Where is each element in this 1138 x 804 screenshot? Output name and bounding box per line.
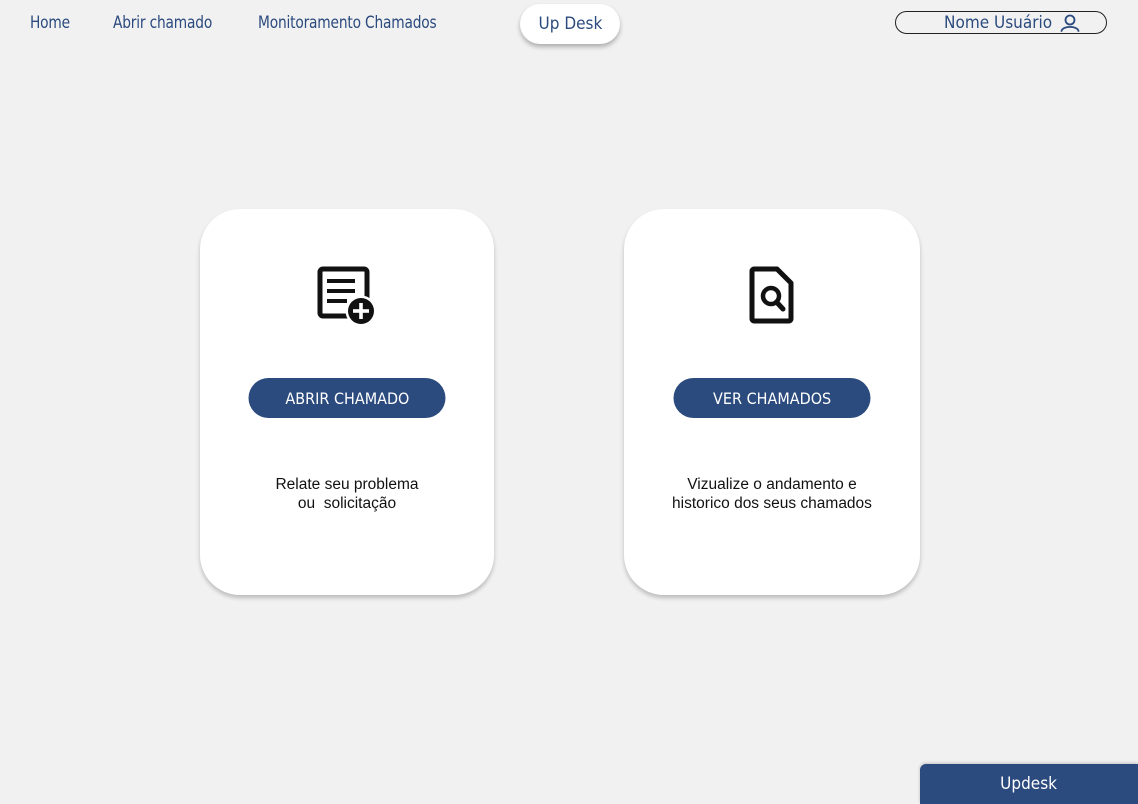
description-line: historico dos seus chamados — [672, 495, 872, 512]
description-line: ou solicitação — [297, 495, 397, 512]
nav-home-link[interactable]: Home — [30, 13, 70, 33]
nav-monitoramento-link[interactable]: Monitoramento Chamados — [258, 13, 437, 33]
ver-chamados-button[interactable]: VER CHAMADOS — [673, 378, 871, 418]
user-name: Nome Usuário — [943, 12, 1052, 33]
abrir-chamado-card: ABRIR CHAMADO Relate seu problema ou sol… — [200, 209, 494, 595]
footer-label: Updesk — [1000, 774, 1058, 794]
abrir-chamado-button-label: ABRIR CHAMADO — [284, 388, 410, 408]
description-line: Vizualize o andamento e — [687, 476, 857, 493]
ver-chamados-button-label: VER CHAMADOS — [712, 388, 832, 408]
nav-abrir-chamado-link[interactable]: Abrir chamado — [113, 13, 212, 33]
ver-chamados-card: VER CHAMADOS Vizualize o andamento e his… — [624, 209, 920, 595]
brand-button[interactable]: Up Desk — [520, 4, 620, 44]
document-search-icon — [749, 266, 795, 329]
updesk-footer-tab[interactable]: Updesk — [920, 764, 1138, 804]
abrir-chamado-description: Relate seu problema ou solicitação — [200, 475, 494, 513]
user-icon — [1060, 14, 1080, 32]
description-line: Relate seu problema — [275, 476, 419, 493]
ver-chamados-description: Vizualize o andamento e historico dos se… — [624, 475, 920, 513]
brand-label: Up Desk — [538, 14, 602, 34]
abrir-chamado-button[interactable]: ABRIR CHAMADO — [248, 378, 446, 418]
user-menu[interactable]: Nome Usuário — [895, 11, 1107, 34]
document-add-icon — [317, 266, 377, 333]
